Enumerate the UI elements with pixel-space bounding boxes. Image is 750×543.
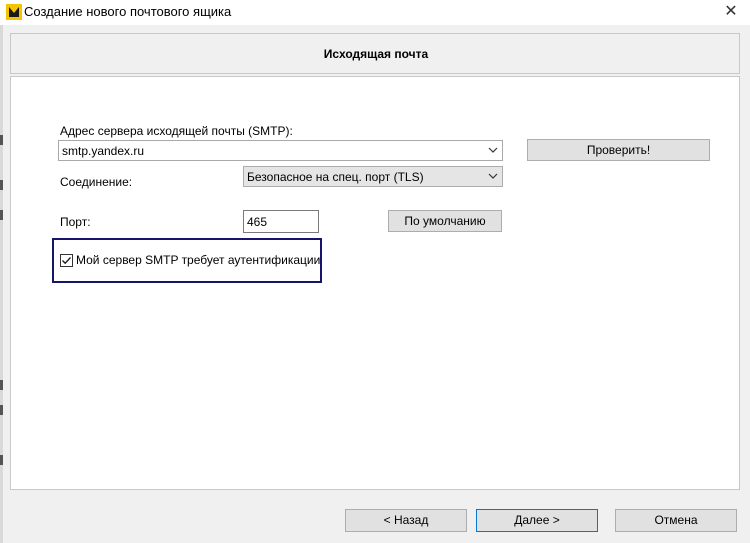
connection-label: Соединение: xyxy=(60,175,133,189)
chevron-down-icon xyxy=(488,173,498,179)
connection-value: Безопасное на спец. порт (TLS) xyxy=(247,170,424,184)
title-bar: Создание нового почтового ящика ✕ xyxy=(0,0,750,25)
port-label: Порт: xyxy=(60,215,91,229)
auth-checkbox[interactable] xyxy=(60,254,73,267)
auth-checkbox-label[interactable]: Мой сервер SMTP требует аутентификации xyxy=(76,253,320,267)
smtp-server-combo[interactable]: smtp.yandex.ru xyxy=(58,140,503,161)
default-port-button[interactable]: По умолчанию xyxy=(388,210,502,232)
port-input[interactable]: 465 xyxy=(243,210,319,233)
next-button[interactable]: Далее > xyxy=(476,509,598,532)
cancel-button[interactable]: Отмена xyxy=(615,509,737,532)
left-edge xyxy=(0,25,3,543)
smtp-server-value: smtp.yandex.ru xyxy=(62,144,145,158)
page-title: Исходящая почта xyxy=(323,47,429,61)
port-value: 465 xyxy=(247,215,268,229)
smtp-server-label: Адрес сервера исходящей почты (SMTP): xyxy=(60,124,293,138)
back-button[interactable]: < Назад xyxy=(345,509,467,532)
checkmark-icon xyxy=(62,257,72,265)
connection-select[interactable]: Безопасное на спец. порт (TLS) xyxy=(243,166,503,187)
header-panel: Исходящая почта xyxy=(10,33,740,74)
close-icon: ✕ xyxy=(724,3,738,20)
window-title: Создание нового почтового ящика xyxy=(24,4,232,19)
close-button[interactable]: ✕ xyxy=(712,0,750,25)
app-logo-icon xyxy=(6,4,22,20)
chevron-down-icon xyxy=(488,147,498,153)
check-button[interactable]: Проверить! xyxy=(527,139,710,161)
